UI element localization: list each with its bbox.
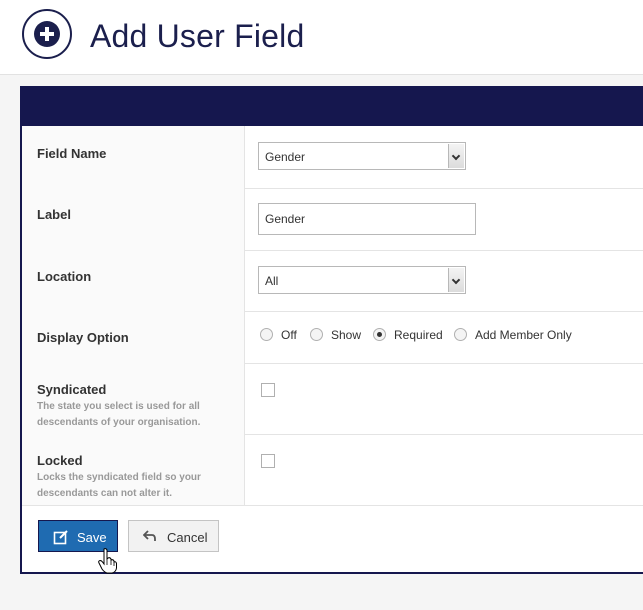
- radio-required[interactable]: [373, 328, 386, 341]
- locked-checkbox[interactable]: [261, 454, 275, 468]
- field-name-value: Gender: [265, 150, 306, 164]
- cancel-button-label: Cancel: [167, 530, 208, 545]
- radio-add-member-only[interactable]: [454, 328, 467, 341]
- row-locked: Locked Locks the syndicated field so you…: [22, 434, 643, 506]
- row-location: Location All: [22, 250, 643, 312]
- edit-icon: [53, 530, 68, 545]
- radio-off-label[interactable]: Off: [281, 328, 297, 342]
- save-button-label: Save: [77, 530, 107, 545]
- chevron-down-icon[interactable]: [448, 144, 464, 168]
- radio-off[interactable]: [260, 328, 273, 341]
- row-display-option: Display Option Off Show Required Add Mem…: [22, 311, 643, 364]
- locked-help: Locks the syndicated field so your desce…: [37, 472, 201, 499]
- locked-label: Locked: [37, 453, 83, 468]
- radio-add-member-only-label[interactable]: Add Member Only: [475, 328, 572, 342]
- radio-required-label[interactable]: Required: [394, 328, 443, 342]
- radio-show[interactable]: [310, 328, 323, 341]
- syndicated-checkbox[interactable]: [261, 383, 275, 397]
- display-option-label: Display Option: [37, 330, 129, 345]
- row-field-name: Field Name Gender: [22, 126, 643, 189]
- radio-show-label[interactable]: Show: [331, 328, 361, 342]
- location-value: All: [265, 274, 279, 288]
- row-syndicated: Syndicated The state you select is used …: [22, 363, 643, 435]
- label-input[interactable]: [258, 203, 476, 235]
- user-field-form: Field Name Gender Label Location All Dis…: [20, 86, 643, 574]
- syndicated-help: The state you select is used for all des…: [37, 401, 201, 428]
- syndicated-label: Syndicated: [37, 382, 107, 397]
- field-name-label: Field Name: [37, 146, 107, 161]
- location-label: Location: [37, 269, 92, 284]
- row-label: Label: [22, 188, 643, 251]
- page-header: Add User Field: [0, 0, 643, 75]
- panel-header-bar: [22, 86, 643, 126]
- label-label: Label: [37, 207, 71, 222]
- page-title: Add User Field: [90, 18, 305, 54]
- undo-arrow-icon: [143, 530, 156, 541]
- chevron-down-icon[interactable]: [448, 268, 464, 292]
- hand-pointer-icon: [98, 548, 117, 574]
- location-select[interactable]: All: [258, 266, 466, 294]
- cancel-button[interactable]: Cancel: [128, 520, 219, 552]
- field-name-select[interactable]: Gender: [258, 142, 466, 170]
- add-circle-icon: [22, 9, 72, 59]
